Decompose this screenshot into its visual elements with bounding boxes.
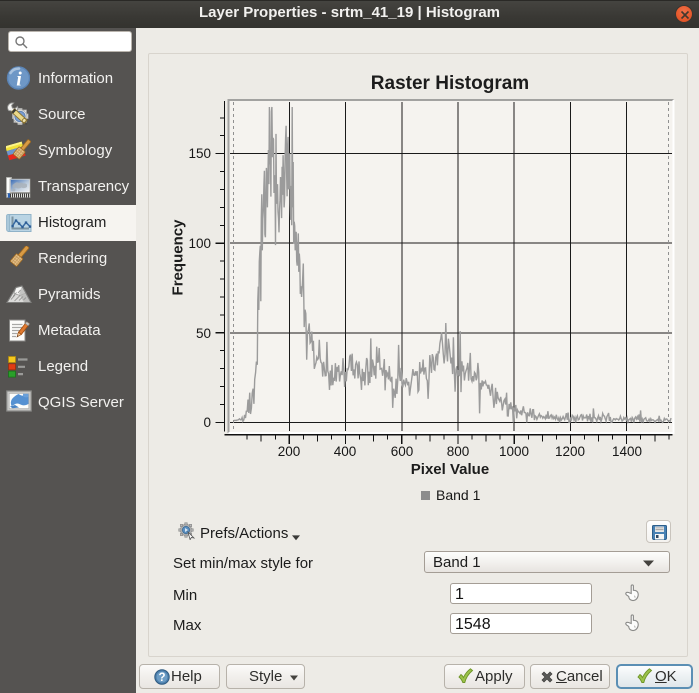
svg-text:?: ?: [158, 672, 165, 684]
